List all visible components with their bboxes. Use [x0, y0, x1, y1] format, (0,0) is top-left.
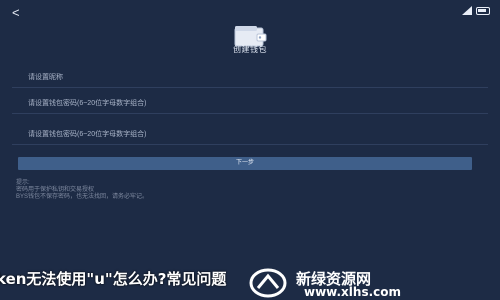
password-placeholder: 请设置钱包密码(6~20位字母数字组合) [28, 100, 147, 107]
watermark-logo-icon [249, 268, 287, 298]
wallet-name-field[interactable]: 请设置昵称 [12, 66, 488, 88]
signal-icon [462, 6, 472, 15]
status-icons [462, 6, 490, 15]
password-confirm-placeholder: 请设置钱包密码(6~20位字母数字组合) [28, 131, 147, 138]
back-icon[interactable]: < [12, 6, 26, 20]
wallet-name-placeholder: 请设置昵称 [28, 74, 63, 81]
notes-line-1: 密码用于保护私钥和交易授权 [16, 187, 95, 193]
page-title: 创建钱包 [233, 45, 267, 54]
notes: 提示: 密码用于保护私钥和交易授权 BYS钱包不保存密码，也无法找回，请务必牢记… [16, 180, 476, 201]
notes-line-2: BYS钱包不保存密码，也无法找回，请务必牢记。 [16, 194, 149, 200]
next-button[interactable]: 下一步 [18, 157, 472, 170]
password-field[interactable]: 请设置钱包密码(6~20位字母数字组合) [12, 92, 488, 114]
battery-icon [476, 6, 490, 15]
watermark: 新绿资源网 www.xlhs.com [248, 266, 500, 300]
watermark-url: www.xlhs.com [304, 285, 402, 299]
password-confirm-field[interactable]: 请设置钱包密码(6~20位字母数字组合) [12, 123, 488, 145]
notes-title: 提示: [16, 180, 30, 186]
